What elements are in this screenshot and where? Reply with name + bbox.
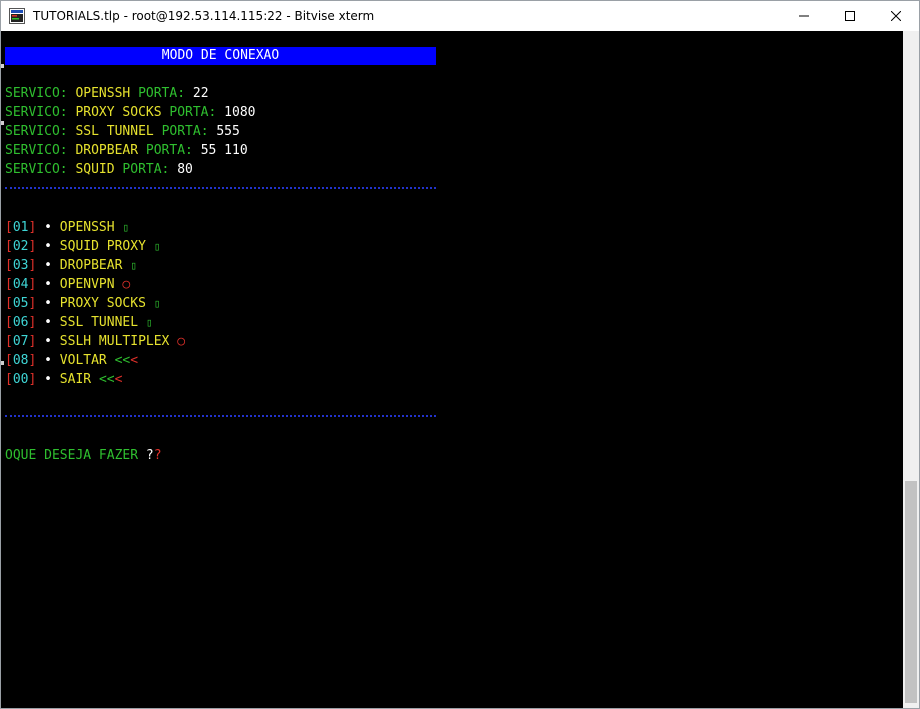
service-line: SERVICO: PROXY SOCKS PORTA: 1080 xyxy=(5,105,256,120)
menu-item: [02] • SQUID PROXY ▯ xyxy=(5,239,161,254)
status-box-icon: ▯ xyxy=(122,221,130,234)
service-line: SERVICO: SSL TUNNEL PORTA: 555 xyxy=(5,124,240,139)
close-icon xyxy=(891,11,901,21)
left-edge-marker xyxy=(1,64,4,68)
separator-line xyxy=(5,187,436,189)
minimize-icon xyxy=(799,15,809,17)
status-box-icon: ▯ xyxy=(145,316,153,329)
status-off-icon: ○ xyxy=(177,334,186,349)
banner-title: MODO DE CONEXAO xyxy=(5,47,436,65)
minimize-button[interactable] xyxy=(781,1,827,31)
left-edge-marker xyxy=(1,121,4,125)
menu-item: [01] • OPENSSH ▯ xyxy=(5,220,130,235)
left-edge-marker xyxy=(1,361,4,365)
status-box-icon: ▯ xyxy=(153,240,161,253)
separator-line xyxy=(5,415,436,417)
service-line: SERVICO: DROPBEAR PORTA: 55 110 xyxy=(5,143,248,158)
terminal-window: TUTORIALS.tlp - root@192.53.114.115:22 -… xyxy=(0,0,920,709)
status-box-icon: ▯ xyxy=(153,297,161,310)
service-line: SERVICO: SQUID PORTA: 80 xyxy=(5,162,193,177)
menu-item: [00] • SAIR <<< xyxy=(5,372,123,387)
terminal-screen[interactable]: MODO DE CONEXAO SERVICO: OPENSSH PORTA: … xyxy=(1,31,903,708)
service-line: SERVICO: OPENSSH PORTA: 22 xyxy=(5,86,209,101)
exit-arrow-icon: <<< xyxy=(98,372,123,387)
maximize-button[interactable] xyxy=(827,1,873,31)
bitvise-app-icon[interactable] xyxy=(9,8,25,24)
vertical-scrollbar[interactable] xyxy=(903,31,919,708)
menu-item: [08] • VOLTAR <<< xyxy=(5,353,139,368)
menu-item: [04] • OPENVPN ○ xyxy=(5,277,131,292)
title-bar[interactable]: TUTORIALS.tlp - root@192.53.114.115:22 -… xyxy=(1,1,919,31)
menu-item: [06] • SSL TUNNEL ▯ xyxy=(5,315,153,330)
close-button[interactable] xyxy=(873,1,919,31)
maximize-icon xyxy=(845,11,855,21)
command-prompt[interactable]: OQUE DESEJA FAZER ?? xyxy=(5,446,162,465)
status-off-icon: ○ xyxy=(122,277,131,292)
status-box-icon: ▯ xyxy=(130,259,137,272)
menu-item: [07] • SSLH MULTIPLEX ○ xyxy=(5,334,186,349)
menu-item: [05] • PROXY SOCKS ▯ xyxy=(5,296,161,311)
window-title: TUTORIALS.tlp - root@192.53.114.115:22 -… xyxy=(33,9,375,23)
scrollbar-thumb[interactable] xyxy=(905,481,917,703)
back-arrow-icon: <<< xyxy=(114,353,139,368)
menu-item: [03] • DROPBEAR ▯ xyxy=(5,258,137,273)
